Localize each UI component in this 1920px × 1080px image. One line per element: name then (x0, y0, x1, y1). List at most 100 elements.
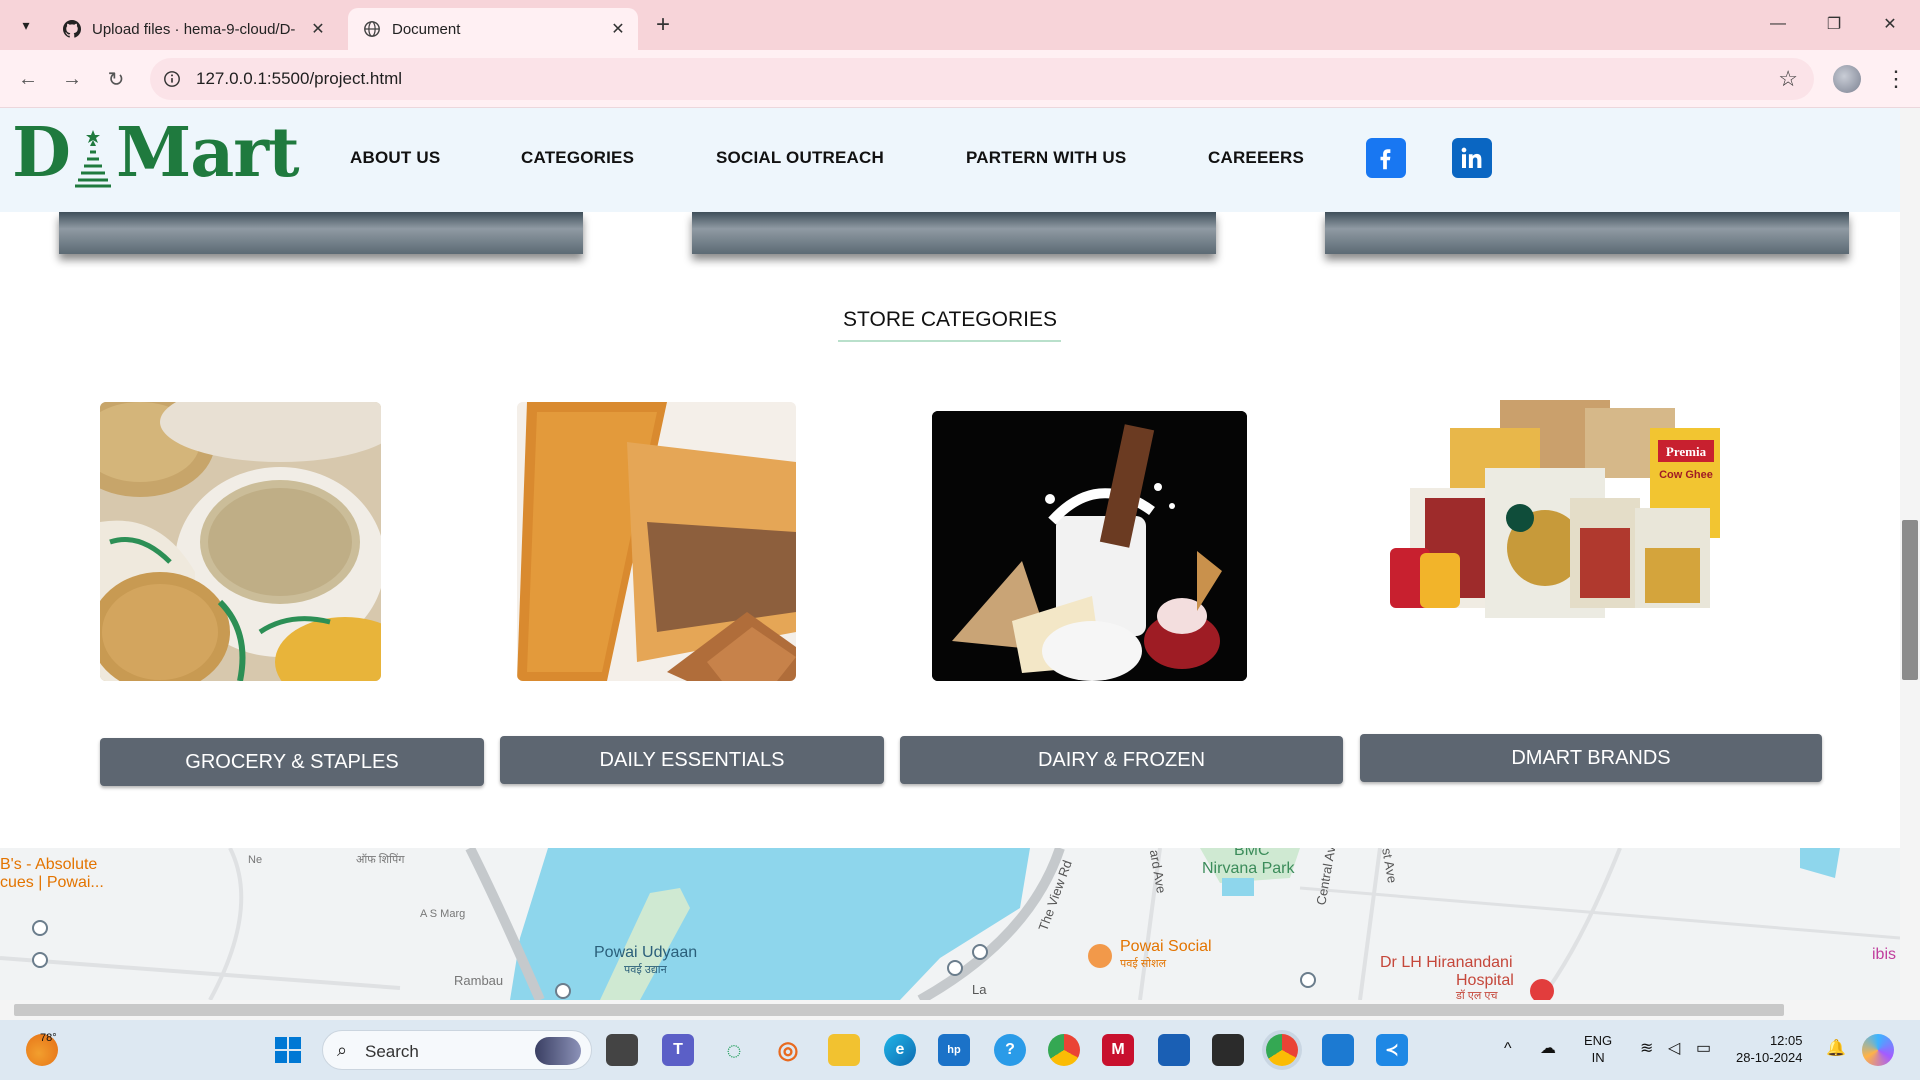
bookmark-star-icon[interactable]: ☆ (1778, 66, 1798, 92)
hero-image (59, 212, 583, 254)
tab-search-dropdown-icon[interactable]: ▾ (10, 9, 42, 41)
windows-taskbar: 78° ⌕ Search T ◌ ◎ e hp ? M ≺ ^ ☁ ENG IN… (0, 1020, 1920, 1080)
map-road-label: Rambau (454, 973, 504, 988)
tab-title: Upload files · hema-9-cloud/D- (92, 20, 296, 38)
map-poi-label: ibis (1872, 946, 1897, 963)
store-icon[interactable] (1158, 1034, 1190, 1066)
profile-avatar[interactable] (1833, 65, 1861, 93)
window-close-icon[interactable]: ✕ (1862, 0, 1918, 48)
map-poi-label: Dr LH Hiranandani (1380, 954, 1513, 971)
tree-icon (72, 128, 114, 188)
clock[interactable]: 12:05 28-10-2024 (1736, 1032, 1803, 1066)
wifi-icon[interactable]: ≋ (1640, 1040, 1653, 1057)
nav-categories[interactable]: CATEGORIES (521, 148, 634, 168)
region-code: IN (1591, 1050, 1605, 1065)
volume-icon[interactable]: ◁ (1668, 1040, 1680, 1057)
browser-menu-icon[interactable]: ⋮ (1880, 63, 1912, 95)
photos-icon[interactable] (1322, 1034, 1354, 1066)
folder-icon[interactable] (828, 1034, 860, 1066)
app-swirl-icon[interactable]: ◎ (772, 1034, 804, 1066)
linkedin-icon[interactable] (1452, 138, 1492, 178)
horizontal-scroll-thumb[interactable] (14, 1004, 1784, 1016)
battery-icon[interactable]: ▭ (1696, 1040, 1711, 1057)
url-text: 127.0.0.1:5500/project.html (196, 69, 403, 88)
reload-icon[interactable]: ↻ (100, 63, 132, 95)
tab-github-upload[interactable]: Upload files · hema-9-cloud/D- ✕ (48, 8, 338, 50)
map-poi-label: B's - Absolute (0, 856, 98, 873)
language-indicator[interactable]: ENG IN (1584, 1032, 1612, 1066)
terminal-icon[interactable] (1212, 1034, 1244, 1066)
category-button-dairy-frozen[interactable]: DAIRY & FROZEN (900, 736, 1343, 784)
category-button-daily-essentials[interactable]: DAILY ESSENTIALS (500, 736, 884, 784)
map-park-label-hi: पवई उद्यान (624, 964, 667, 976)
map-road-label: ऑफ शिपिंग (356, 854, 405, 866)
browser-toolbar: ← → ↻ 127.0.0.1:5500/project.html ☆ ⋮ (0, 50, 1920, 108)
facebook-icon[interactable] (1366, 138, 1406, 178)
logo-text-mart: Mart (115, 113, 300, 193)
search-icon: ⌕ (337, 1040, 348, 1060)
map-park-label: Powai Udyaan (594, 944, 698, 961)
edge-icon[interactable]: e (884, 1034, 916, 1066)
file-manager-icon[interactable] (606, 1034, 638, 1066)
refresh-app-icon[interactable]: ◌ (718, 1034, 750, 1066)
map-road-label: Ne (248, 854, 263, 866)
onedrive-icon[interactable]: ☁ (1540, 1040, 1556, 1057)
show-hidden-icons-icon[interactable]: ^ (1504, 1040, 1512, 1057)
close-tab-icon[interactable]: ✕ (604, 15, 632, 43)
globe-icon (362, 19, 382, 39)
forward-icon[interactable]: → (56, 63, 88, 95)
hero-image (1325, 212, 1849, 254)
tab-document[interactable]: Document ✕ (348, 8, 638, 50)
hero-image (692, 212, 1216, 254)
nav-partner-with-us[interactable]: PARTERN WITH US (966, 148, 1126, 168)
store-categories-title: STORE CATEGORIES (843, 308, 1057, 331)
copilot-icon[interactable] (1862, 1034, 1894, 1066)
map-poi-label-hi: पवई सोशल (1120, 958, 1167, 970)
map-park-label: Nirvana Park (1202, 860, 1295, 877)
map-poi-label: Powai Social (1120, 938, 1212, 955)
restore-icon[interactable]: ❐ (1806, 0, 1862, 48)
teams-icon[interactable]: T (662, 1034, 694, 1066)
github-icon (62, 19, 82, 39)
browser-tab-strip: ▾ Upload files · hema-9-cloud/D- ✕ Docum… (0, 0, 1920, 50)
category-image-daily-essentials (517, 402, 796, 681)
brand-pack-label: Premia (1666, 444, 1707, 459)
chrome-icon[interactable] (1048, 1034, 1080, 1066)
embedded-map[interactable]: B's - Absolute cues | Powai... ऑफ शिपिंग… (0, 848, 1900, 1000)
weather-temp: 78° (40, 1032, 57, 1044)
new-tab-button[interactable]: + (648, 10, 678, 40)
category-button-grocery-staples[interactable]: GROCERY & STAPLES (100, 738, 484, 786)
nav-careers[interactable]: CAREEERS (1208, 148, 1304, 168)
help-icon[interactable]: ? (994, 1034, 1026, 1066)
vscode-icon[interactable]: ≺ (1376, 1034, 1408, 1066)
myhp-icon[interactable]: hp (938, 1034, 970, 1066)
logo-text-d: D (12, 113, 71, 193)
language-code: ENG (1584, 1033, 1613, 1048)
windows-start-icon[interactable] (272, 1034, 304, 1066)
clock-time: 12:05 (1769, 1033, 1803, 1048)
site-info-icon[interactable] (160, 67, 184, 91)
map-road-label: A S Marg (420, 908, 466, 920)
category-image-dmart-brands: Premia Cow Ghee (1390, 398, 1720, 628)
close-tab-icon[interactable]: ✕ (304, 15, 332, 43)
address-bar[interactable]: 127.0.0.1:5500/project.html ☆ (150, 58, 1814, 100)
map-poi-label-hi: डॉ एल एच (1456, 990, 1498, 1000)
search-highlight-icon (535, 1037, 581, 1065)
category-image-grocery (100, 402, 381, 681)
map-road-label: La (972, 982, 987, 997)
category-button-dmart-brands[interactable]: DMART BRANDS (1360, 734, 1822, 782)
back-icon[interactable]: ← (12, 63, 44, 95)
title-underline (838, 340, 1061, 342)
nav-about-us[interactable]: ABOUT US (350, 148, 440, 168)
vertical-scroll-thumb[interactable] (1902, 520, 1918, 680)
chrome-active-icon[interactable] (1266, 1034, 1298, 1066)
mcafee-icon[interactable]: M (1102, 1034, 1134, 1066)
taskbar-search-text: Search (365, 1042, 419, 1061)
dmart-logo[interactable]: D Mart (12, 113, 300, 193)
minimize-icon[interactable]: — (1750, 0, 1806, 48)
notification-bell-icon[interactable]: 🔔 (1826, 1040, 1846, 1057)
category-image-dairy-frozen (932, 411, 1247, 681)
taskbar-search-box[interactable]: ⌕ Search (322, 1030, 592, 1070)
tab-title: Document (392, 20, 461, 38)
nav-social-outreach[interactable]: SOCIAL OUTREACH (716, 148, 884, 168)
